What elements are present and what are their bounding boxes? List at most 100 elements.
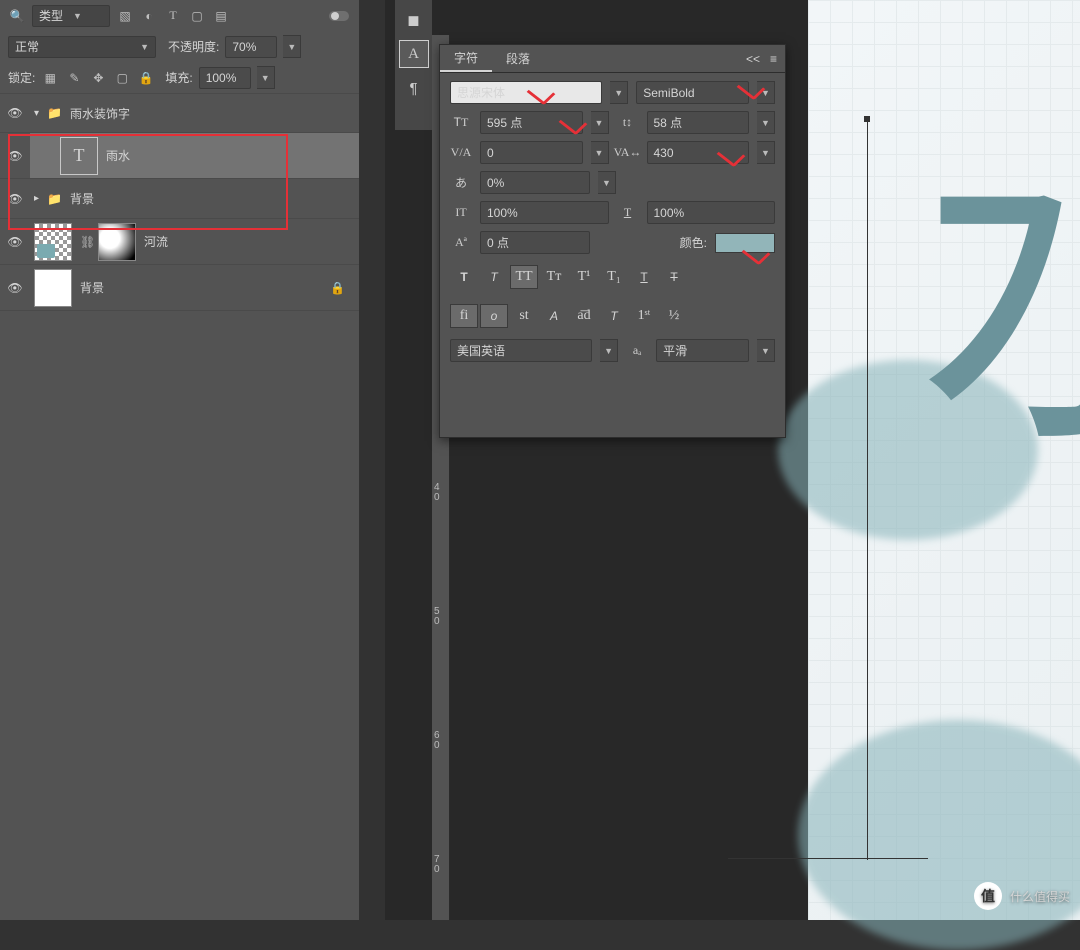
- antialias-select[interactable]: 平滑: [656, 339, 749, 362]
- paragraph-panel-icon[interactable]: ¶: [399, 74, 429, 102]
- mask-thumb: [98, 223, 136, 261]
- filter-toggle[interactable]: [327, 7, 351, 25]
- opacity-input[interactable]: 70%: [225, 36, 277, 58]
- font-size-icon: TT: [450, 115, 472, 130]
- lock-paint-icon[interactable]: ✎: [65, 69, 83, 87]
- layer-text-row[interactable]: 👁 T 雨水: [0, 133, 359, 179]
- vscale-input[interactable]: 100%: [480, 201, 609, 224]
- bold-button[interactable]: T: [450, 265, 478, 289]
- visibility-icon[interactable]: 👁: [7, 106, 22, 120]
- chevron-down-icon[interactable]: ▾: [34, 108, 39, 119]
- opacity-caret[interactable]: ▼: [283, 35, 301, 58]
- layer-name: 背景: [70, 190, 94, 207]
- strike-button[interactable]: T: [660, 265, 688, 289]
- leading-input[interactable]: 58 点: [647, 111, 750, 134]
- tracking-caret[interactable]: ▼: [757, 141, 775, 164]
- layers-panel: 🔍 类型 ▼ ▧ ◐ T ▢ ▤ 正常 ▼ 不透明度: 70% ▼ 锁定: ▦ …: [0, 0, 359, 920]
- language-select[interactable]: 美国英语: [450, 339, 592, 362]
- font-family-select[interactable]: 思源宋体: [450, 81, 602, 104]
- leading-caret[interactable]: ▼: [757, 111, 775, 134]
- contextual-button[interactable]: o: [480, 304, 508, 328]
- lock-artboard-icon[interactable]: ▢: [113, 69, 131, 87]
- watermark-text: 什么值得买: [1010, 888, 1070, 905]
- hscale-icon: T: [617, 205, 639, 220]
- ordinals-button[interactable]: T: [600, 304, 628, 328]
- italic-button[interactable]: T: [480, 265, 508, 289]
- type-style-row-2: fi o st A a͞d T 1ˢᵗ ½: [450, 300, 775, 332]
- search-icon: 🔍: [8, 7, 26, 25]
- antialias-caret[interactable]: ▼: [757, 339, 775, 362]
- kerning-caret[interactable]: ▼: [591, 141, 609, 164]
- tsume-input[interactable]: 0%: [480, 171, 590, 194]
- filter-text-icon[interactable]: T: [164, 7, 182, 25]
- panel-icon[interactable]: ◼: [399, 6, 429, 34]
- blend-mode-value: 正常: [15, 38, 39, 55]
- color-label: 颜色:: [680, 234, 707, 251]
- layer-thumb: [34, 269, 72, 307]
- folder-icon: 📁: [47, 192, 62, 206]
- filter-adjust-icon[interactable]: ◐: [140, 7, 158, 25]
- lock-label: 锁定:: [8, 69, 35, 86]
- visibility-icon[interactable]: 👁: [7, 192, 22, 206]
- document-canvas[interactable]: 雨水: [808, 0, 1080, 920]
- text-layer-thumb: T: [60, 137, 98, 175]
- layer-name: 河流: [144, 233, 168, 250]
- mask-link-icon[interactable]: ⛓: [80, 235, 90, 249]
- lock-icon[interactable]: 🔒: [330, 281, 345, 295]
- fill-caret[interactable]: ▼: [257, 66, 275, 89]
- baseline-input[interactable]: 0 点: [480, 231, 590, 254]
- lock-all-icon[interactable]: 🔒: [137, 69, 155, 87]
- filter-shape-icon[interactable]: ▢: [188, 7, 206, 25]
- underline-button[interactable]: T: [630, 265, 658, 289]
- layer-group-row[interactable]: 👁 ▸ 📁 背景: [0, 179, 359, 219]
- fill-label: 填充:: [165, 69, 192, 86]
- font-family-caret[interactable]: ▼: [610, 81, 628, 104]
- tab-character[interactable]: 字符: [440, 45, 492, 72]
- ordinal-button[interactable]: 1ˢᵗ: [630, 304, 658, 328]
- kerning-input[interactable]: 0: [480, 141, 583, 164]
- smallcaps-button[interactable]: Tᴛ: [540, 265, 568, 289]
- hscale-input[interactable]: 100%: [647, 201, 776, 224]
- collapse-icon[interactable]: <<: [746, 52, 760, 66]
- swash-button[interactable]: A: [540, 304, 568, 328]
- leading-icon: t↕: [617, 115, 639, 130]
- layer-bg-row[interactable]: 👁 背景 🔒: [0, 265, 359, 311]
- superscript-button[interactable]: T¹: [570, 265, 598, 289]
- titling-button[interactable]: a͞d: [570, 304, 598, 328]
- ligature-button[interactable]: fi: [450, 304, 478, 328]
- visibility-icon[interactable]: 👁: [7, 149, 22, 163]
- vscale-icon: IT: [450, 205, 472, 220]
- layer-group-row[interactable]: 👁 ▾ 📁 雨水装饰字: [0, 93, 359, 133]
- fill-input[interactable]: 100%: [199, 67, 251, 89]
- tsume-caret[interactable]: ▼: [598, 171, 616, 194]
- subscript-button[interactable]: T₁: [600, 265, 628, 289]
- panel-menu-icon[interactable]: ≡: [770, 52, 777, 66]
- panel-icons-strip: ◼ A ¶: [395, 0, 432, 130]
- layer-filter-select[interactable]: 类型 ▼: [32, 5, 110, 27]
- layer-name: 雨水: [106, 147, 130, 164]
- character-panel-icon[interactable]: A: [399, 40, 429, 68]
- filter-image-icon[interactable]: ▧: [116, 7, 134, 25]
- allcaps-button[interactable]: TT: [510, 265, 538, 289]
- language-caret[interactable]: ▼: [600, 339, 618, 362]
- text-baseline: [867, 120, 868, 860]
- chevron-right-icon[interactable]: ▸: [34, 193, 39, 204]
- visibility-icon[interactable]: 👁: [7, 235, 22, 249]
- font-size-caret[interactable]: ▼: [591, 111, 609, 134]
- stylistic-button[interactable]: st: [510, 304, 538, 328]
- canvas-big-text: 雨水: [798, 90, 1080, 920]
- visibility-icon[interactable]: 👁: [7, 281, 22, 295]
- text-baseline-h: [728, 858, 928, 859]
- fraction-button[interactable]: ½: [660, 304, 688, 328]
- blend-mode-select[interactable]: 正常 ▼: [8, 36, 156, 58]
- filter-smart-icon[interactable]: ▤: [212, 7, 230, 25]
- baseline-icon: Aª: [450, 235, 472, 250]
- font-weight-select[interactable]: SemiBold: [636, 81, 749, 104]
- lock-pixels-icon[interactable]: ▦: [41, 69, 59, 87]
- watermark: 值 什么值得买: [974, 882, 1070, 910]
- aa-icon: aₐ: [626, 343, 648, 358]
- layer-masked-row[interactable]: 👁 ⛓ 河流: [0, 219, 359, 265]
- tab-paragraph[interactable]: 段落: [492, 45, 544, 72]
- layer-filter-label: 类型: [39, 7, 63, 24]
- lock-move-icon[interactable]: ✥: [89, 69, 107, 87]
